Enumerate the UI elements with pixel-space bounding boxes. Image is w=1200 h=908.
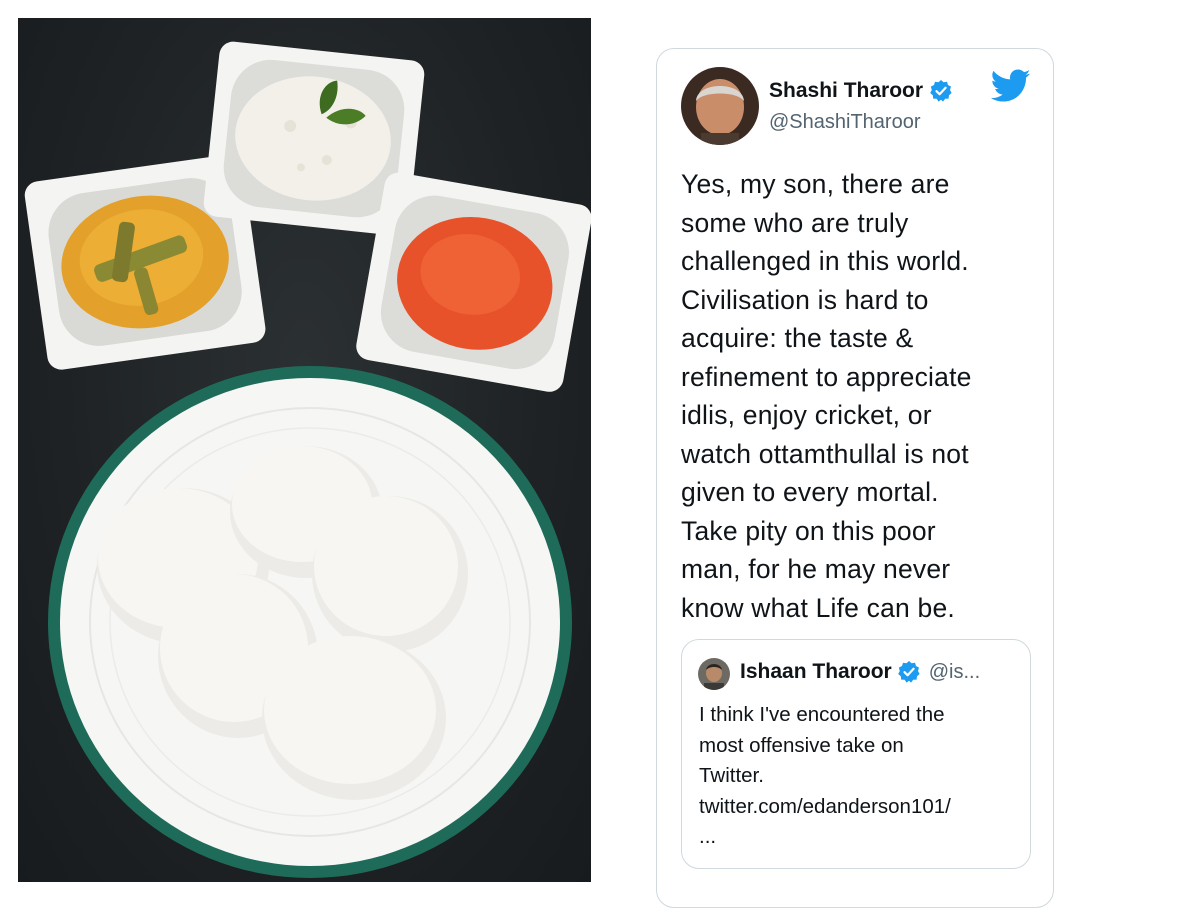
- tweet-card[interactable]: Shashi Tharoor @ShashiTharoor Yes, my so…: [656, 48, 1054, 908]
- author-name-row: Shashi Tharoor: [769, 79, 953, 103]
- quoted-author-handle[interactable]: @is...: [929, 661, 980, 684]
- quoted-tweet[interactable]: Ishaan Tharoor @is... I think I've encou…: [681, 639, 1031, 869]
- tweet-text: Yes, my son, there are some who are trul…: [681, 169, 972, 623]
- idli-photo: [18, 18, 591, 882]
- author-avatar[interactable]: [681, 67, 759, 145]
- quoted-author-row: Ishaan Tharoor @is...: [740, 660, 980, 684]
- verified-badge-icon: [897, 660, 921, 684]
- author-name[interactable]: Shashi Tharoor: [769, 79, 923, 103]
- verified-badge-icon: [929, 79, 953, 103]
- quoted-author-avatar[interactable]: [698, 658, 730, 690]
- quoted-author-name[interactable]: Ishaan Tharoor: [740, 660, 892, 684]
- author-handle[interactable]: @ShashiTharoor: [769, 111, 920, 134]
- idli-illustration: [24, 41, 591, 878]
- tomato-chutney-bowl: [356, 172, 591, 392]
- quoted-tweet-text: I think I've encountered the most offens…: [699, 703, 951, 848]
- twitter-bird-icon[interactable]: [990, 69, 1031, 103]
